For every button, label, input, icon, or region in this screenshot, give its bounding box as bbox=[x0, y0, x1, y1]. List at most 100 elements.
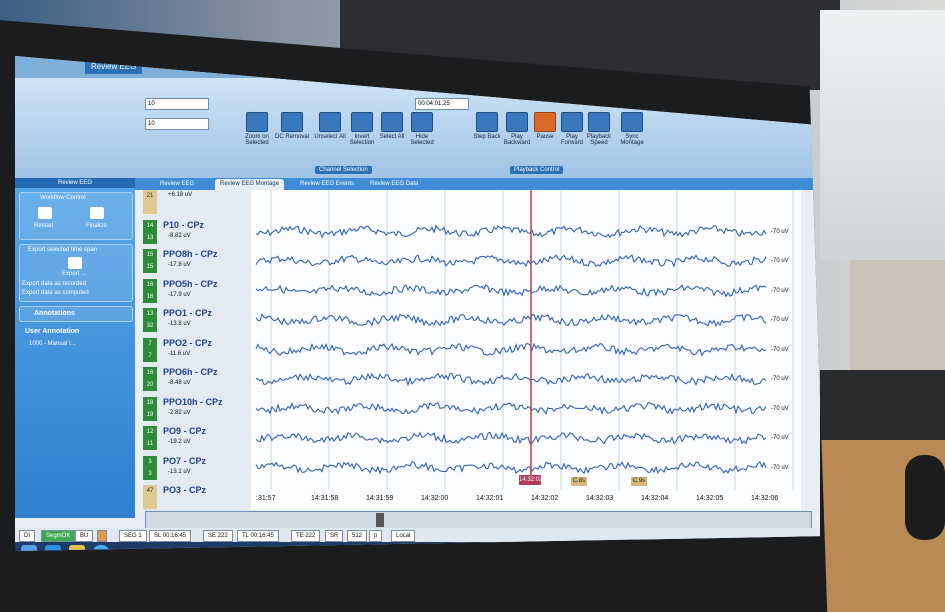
reference-field[interactable]: 10 bbox=[145, 118, 209, 130]
plot-tabs: Review EEG Review EEG Montage Review EEG… bbox=[135, 178, 820, 190]
finalize-button[interactable]: Finalize bbox=[86, 223, 107, 229]
export-icon[interactable] bbox=[68, 257, 82, 269]
eeg-trace bbox=[255, 284, 767, 298]
status-cell: SE 222 bbox=[203, 530, 233, 542]
eeg-trace bbox=[255, 313, 767, 328]
channel-value: -17.9 uV bbox=[168, 291, 191, 298]
tab-review-eeg-data[interactable]: Review EEG Data bbox=[365, 179, 423, 190]
status-cell: 512 bbox=[347, 530, 368, 542]
annotations-header[interactable]: Annotations bbox=[19, 306, 133, 322]
channel-number: 16 16 bbox=[143, 278, 157, 303]
zoom-selected-button[interactable]: Zoom on Selected bbox=[240, 112, 274, 158]
export-option-computed[interactable]: Export data as computed bbox=[22, 290, 89, 296]
channel-row[interactable]: 16 20 PPO6h - CPz -8.48 uV bbox=[143, 367, 251, 397]
folder-icon[interactable] bbox=[69, 545, 85, 551]
export-button[interactable]: Export ... bbox=[62, 271, 86, 277]
time-tick-label: 14:32:03 bbox=[586, 495, 614, 502]
dc-icon bbox=[281, 112, 303, 132]
eeg-trace bbox=[255, 254, 767, 268]
laptop-screen: Review EEG 10 10 00:04:01.25 Zoom on Sel… bbox=[15, 56, 820, 551]
timeline-thumb[interactable] bbox=[376, 513, 384, 527]
invert-selection-button[interactable]: Invert Selection bbox=[345, 112, 379, 158]
status-cell: SEG 1 bbox=[119, 530, 147, 542]
time-tick-label: 14:32:04 bbox=[641, 495, 669, 502]
eeg-trace bbox=[255, 342, 767, 357]
restart-icon[interactable] bbox=[38, 207, 52, 219]
annotations-title: Annotations bbox=[34, 310, 75, 317]
montage-field[interactable]: 10 bbox=[145, 98, 209, 110]
time-tick-label: 14:32:06 bbox=[751, 495, 779, 502]
tab-review-eeg-plot[interactable]: Review EEG bbox=[155, 179, 199, 190]
amplitude-scale-label: -70 uV bbox=[771, 258, 789, 264]
time-field[interactable]: 00:04:01.25 bbox=[415, 98, 469, 110]
app-icon[interactable] bbox=[93, 545, 109, 551]
amplitude-scale-label: -70 uV bbox=[771, 346, 789, 353]
channel-name: PPO6h - CPz bbox=[163, 367, 218, 377]
event-marker[interactable]: C.9s bbox=[631, 477, 647, 486]
amplitude-scale-label: -70 uV bbox=[771, 317, 789, 323]
status-cell bbox=[97, 530, 107, 542]
channel-row[interactable]: 7 7 PPO2 - CPz -11.6 uV bbox=[143, 337, 251, 368]
channel-label-column: 21 +6.18 uV 14 13 P10 - CPz -8.82 uV 15 15 PPO… bbox=[143, 190, 251, 515]
step-back-button[interactable]: Step Back bbox=[470, 112, 504, 158]
playback-speed-button[interactable]: Playback Speed bbox=[582, 112, 616, 158]
time-tick-label: 14:32:05 bbox=[696, 495, 724, 502]
channel-value: +6.18 uV bbox=[168, 192, 193, 198]
channel-row[interactable]: 18 19 PPO10h - CPz -2.82 uV bbox=[143, 396, 251, 427]
channel-row[interactable]: 15 15 PPO8h - CPz -17.8 uV bbox=[143, 249, 251, 279]
windows-start-icon[interactable] bbox=[21, 545, 37, 551]
eeg-plot[interactable]: -70 uV -70 uV -70 uV -70 uV -70 uV -70 uV -70 … bbox=[251, 190, 801, 510]
select-icon bbox=[381, 112, 403, 132]
export-title: Export selected time span bbox=[28, 247, 98, 253]
status-cell: SegmOK bbox=[41, 530, 76, 542]
channel-name: PO7 - CPz bbox=[163, 455, 207, 466]
eeg-trace bbox=[255, 431, 767, 445]
export-option-recorded[interactable]: Export data as recorded bbox=[22, 281, 86, 287]
cursor-time-label[interactable]: 14:32:02 bbox=[519, 475, 542, 485]
amplitude-scale-label: -70 uV bbox=[771, 376, 789, 382]
channel-row[interactable]: 3 3 PO7 - CPz -13.1 uV bbox=[143, 455, 251, 486]
tab-review-eeg[interactable]: Review EEG bbox=[85, 60, 143, 74]
invert-icon bbox=[351, 112, 373, 132]
background-device bbox=[820, 370, 945, 445]
windows-taskbar bbox=[15, 542, 820, 551]
channel-value: -2.82 uV bbox=[168, 409, 191, 416]
status-cell: DI bbox=[19, 530, 35, 542]
channel-row[interactable]: 12 11 PO9 - CPz -19.2 uV bbox=[143, 426, 251, 456]
play-forward-icon bbox=[561, 112, 583, 132]
background-window bbox=[820, 10, 945, 260]
event-marker[interactable]: C.8s bbox=[571, 477, 587, 486]
browser-icon[interactable] bbox=[45, 545, 61, 551]
channel-value: -17.8 uV bbox=[168, 262, 191, 268]
finalize-icon[interactable] bbox=[90, 207, 104, 219]
amplitude-scale-label: -70 uV bbox=[771, 287, 789, 294]
step-back-icon bbox=[476, 112, 498, 132]
channel-row[interactable]: 13 32 PPO1 - CPz -13.8 uV bbox=[143, 308, 251, 338]
channel-number: 12 11 bbox=[143, 426, 157, 450]
channel-number: 16 20 bbox=[143, 367, 157, 391]
time-tick-label: 14:31:59 bbox=[366, 495, 394, 502]
tab-review-eeg-events[interactable]: Review EEG Events bbox=[295, 179, 359, 190]
channel-name: PO9 - CPz bbox=[163, 426, 207, 436]
dc-removal-button[interactable]: DC Removal bbox=[275, 112, 309, 158]
sync-montage-button[interactable]: Sync Montage bbox=[615, 112, 649, 158]
channel-row[interactable]: 14 13 P10 - CPz -8.82 uV bbox=[143, 219, 251, 250]
channel-number: 13 32 bbox=[143, 308, 157, 332]
channel-value: -11.6 uV bbox=[168, 350, 191, 357]
pause-icon bbox=[534, 112, 556, 132]
play-backward-icon bbox=[506, 112, 528, 132]
phone-on-desk bbox=[905, 455, 945, 540]
channel-row[interactable]: 21 +6.18 uV bbox=[143, 190, 251, 220]
restart-button[interactable]: Restart bbox=[34, 223, 53, 229]
tab-review-eeg-montage[interactable]: Review EEG Montage bbox=[215, 179, 285, 190]
photo-scene: Review EEG 10 10 00:04:01.25 Zoom on Sel… bbox=[0, 0, 945, 612]
annotation-item[interactable]: 1000 - Manual I... bbox=[29, 341, 76, 347]
channel-name: P10 - CPz bbox=[163, 219, 205, 230]
channel-row[interactable]: 16 16 PPO5h - CPz -17.9 uV bbox=[143, 278, 251, 309]
status-cell: Local bbox=[391, 530, 416, 542]
unselect-all-button[interactable]: Unselect All bbox=[313, 112, 347, 158]
hide-selected-button[interactable]: Hide Selected bbox=[405, 112, 439, 158]
timeline-scrollbar[interactable] bbox=[145, 511, 812, 529]
select-all-button[interactable]: Select All bbox=[375, 112, 409, 158]
eeg-trace bbox=[255, 224, 767, 239]
